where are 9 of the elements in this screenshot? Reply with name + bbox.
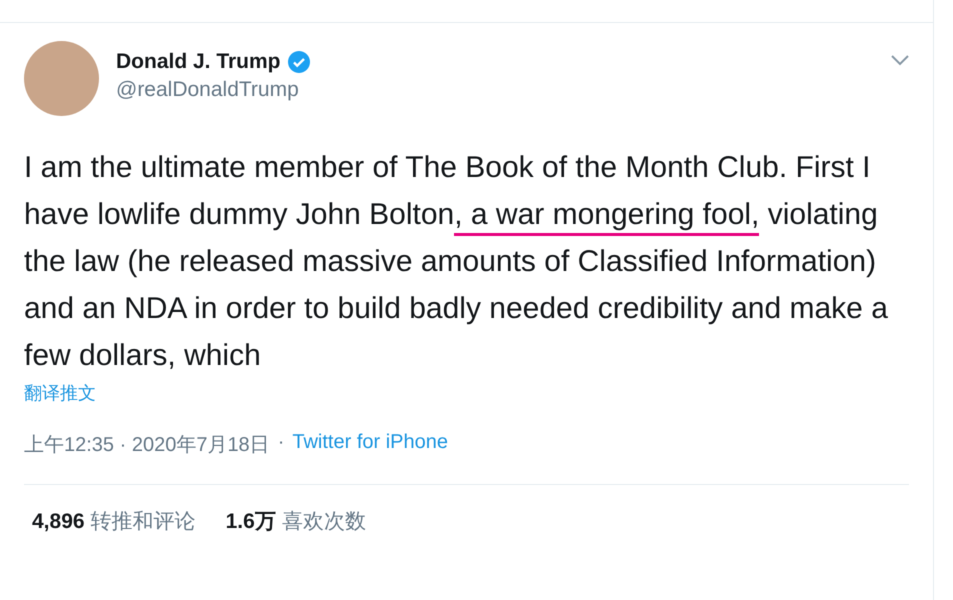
tweet-text: I am the ultimate member of The Book of the Month Club. First I have lowlife dummy John Bolton, a war mongering fool, violating the law (he released massive amounts of Classified Information) and an NDA in order to build badly needed credibility and make a few dollars, which xyxy=(24,150,889,374)
engagement-stat[interactable]: 1.6万 喜欢次数 xyxy=(226,507,366,535)
separator-dot: · xyxy=(278,431,284,455)
author-name[interactable]: Donald J. Trump xyxy=(116,50,281,74)
translate-link[interactable]: 翻译推文 xyxy=(24,381,96,405)
tweet-timestamp[interactable]: 上午12:35 · 2020年7月18日 xyxy=(24,431,270,458)
author-handle[interactable]: @realDonaldTrump xyxy=(116,78,872,102)
source-link[interactable]: Twitter for iPhone xyxy=(292,431,448,458)
engagement-stat[interactable]: 4,896 转推和评论 xyxy=(32,507,196,535)
